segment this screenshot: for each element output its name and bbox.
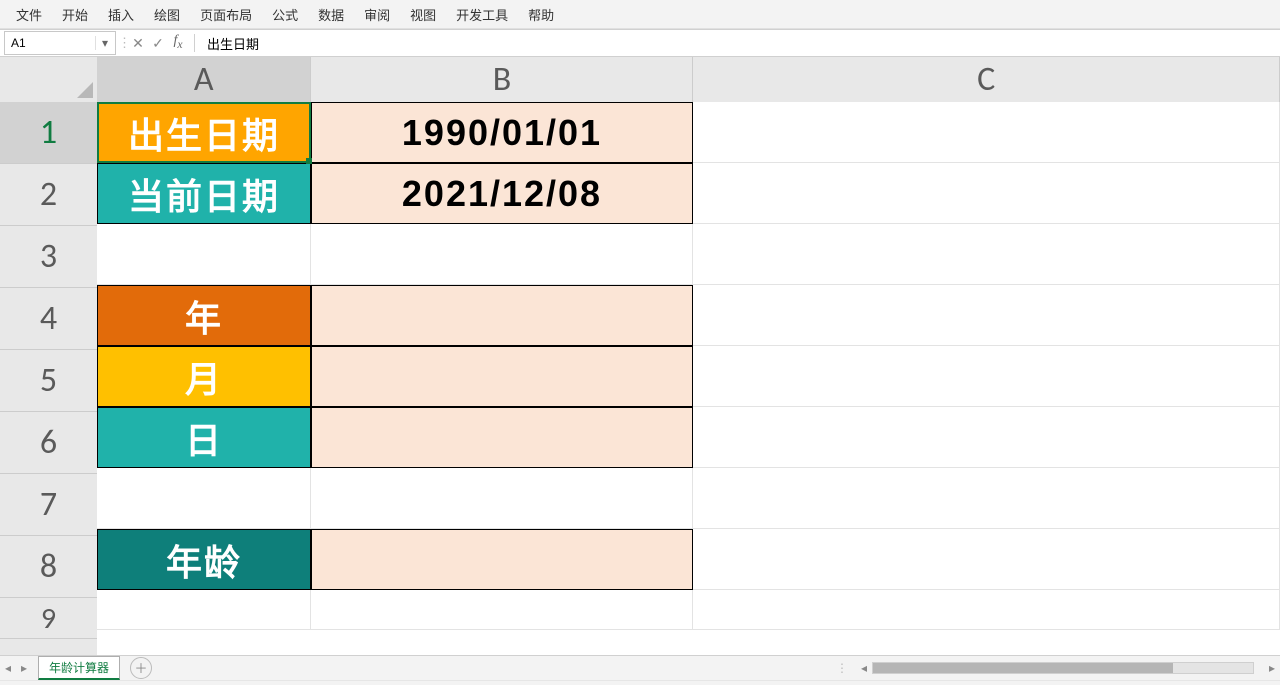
cell-C8[interactable] (693, 529, 1280, 590)
name-box[interactable]: ▾ (4, 31, 116, 55)
cell-C3[interactable] (693, 224, 1280, 285)
row-header-7[interactable]: 7 (0, 474, 97, 536)
cell-C2[interactable] (693, 163, 1280, 224)
status-strip (0, 680, 1280, 685)
cell-C7[interactable] (693, 468, 1280, 529)
cell-A9[interactable] (97, 590, 311, 630)
column-headers: A B C (97, 57, 1280, 103)
cell-A1[interactable]: 出生日期 (97, 102, 311, 163)
cell-C5[interactable] (693, 346, 1280, 407)
cell-B8[interactable] (311, 529, 693, 590)
row-header-1[interactable]: 1 (0, 102, 97, 164)
row-header-6[interactable]: 6 (0, 412, 97, 474)
menubar: 文件 开始 插入 绘图 页面布局 公式 数据 审阅 视图 开发工具 帮助 (0, 0, 1280, 29)
cell-B6[interactable] (311, 407, 693, 468)
cancel-icon[interactable]: ✕ (128, 34, 148, 52)
add-sheet-button[interactable]: ＋ (130, 657, 152, 679)
cell-A8[interactable]: 年龄 (97, 529, 311, 590)
menu-file[interactable]: 文件 (6, 2, 52, 27)
row-headers: 1 2 3 4 5 6 7 8 9 (0, 102, 98, 655)
menu-home[interactable]: 开始 (52, 2, 98, 27)
cell-A6[interactable]: 日 (97, 407, 311, 468)
cell-B2[interactable]: 2021/12/08 (311, 163, 693, 224)
cell-B3[interactable] (311, 224, 693, 285)
hscroll-right-icon[interactable]: ▸ (1264, 661, 1280, 675)
separator: ⋮ (116, 35, 128, 51)
formula-bar: ▾ ⋮ ✕ ✓ fx (0, 29, 1280, 57)
cell-A5[interactable]: 月 (97, 346, 311, 407)
menu-draw[interactable]: 绘图 (144, 2, 190, 27)
cell-C1[interactable] (693, 102, 1280, 163)
cell-A7[interactable] (97, 468, 311, 529)
menu-data[interactable]: 数据 (308, 2, 354, 27)
divider (194, 34, 195, 52)
menu-pagelayout[interactable]: 页面布局 (190, 2, 262, 27)
row-header-4[interactable]: 4 (0, 288, 97, 350)
cell-B4[interactable] (311, 285, 693, 346)
hscroll-thumb[interactable] (873, 663, 1173, 673)
cell-C4[interactable] (693, 285, 1280, 346)
resize-grip-icon[interactable]: ⋮ (830, 661, 856, 675)
formula-input[interactable] (201, 32, 1280, 54)
sheet-nav-next-icon[interactable]: ▸ (16, 661, 32, 675)
row-header-2[interactable]: 2 (0, 164, 97, 226)
spreadsheet-grid: A B C 1 2 3 4 5 6 7 8 9 出生日期 1990/01/01 … (0, 57, 1280, 655)
cell-B9[interactable] (311, 590, 693, 630)
cell-B1[interactable]: 1990/01/01 (311, 102, 693, 163)
cell-A3[interactable] (97, 224, 311, 285)
col-header-C[interactable]: C (693, 57, 1280, 102)
cell-A2[interactable]: 当前日期 (97, 163, 311, 224)
cell-B5[interactable] (311, 346, 693, 407)
fx-icon[interactable]: fx (168, 32, 188, 54)
sheet-nav-prev-icon[interactable]: ◂ (0, 661, 16, 675)
menu-insert[interactable]: 插入 (98, 2, 144, 27)
sheet-tab-active[interactable]: 年龄计算器 (38, 656, 120, 680)
cell-A4[interactable]: 年 (97, 285, 311, 346)
cell-C9[interactable] (693, 590, 1280, 630)
row-header-8[interactable]: 8 (0, 536, 97, 598)
select-all-corner[interactable] (0, 57, 98, 103)
menu-help[interactable]: 帮助 (518, 2, 564, 27)
col-header-B[interactable]: B (311, 57, 693, 102)
cell-B7[interactable] (311, 468, 693, 529)
row-header-9[interactable]: 9 (0, 598, 97, 639)
confirm-icon[interactable]: ✓ (148, 34, 168, 52)
name-box-dropdown-icon[interactable]: ▾ (95, 36, 114, 50)
name-box-input[interactable] (5, 36, 95, 50)
hscroll-left-icon[interactable]: ◂ (856, 661, 872, 675)
hscroll-track[interactable] (872, 662, 1254, 674)
row-header-5[interactable]: 5 (0, 350, 97, 412)
menu-review[interactable]: 审阅 (354, 2, 400, 27)
menu-view[interactable]: 视图 (400, 2, 446, 27)
menu-formulas[interactable]: 公式 (262, 2, 308, 27)
cell-C6[interactable] (693, 407, 1280, 468)
menu-devtools[interactable]: 开发工具 (446, 2, 518, 27)
row-header-3[interactable]: 3 (0, 226, 97, 288)
sheet-tab-bar: ◂ ▸ 年龄计算器 ＋ ⋮ ◂ ▸ (0, 655, 1280, 680)
col-header-A[interactable]: A (97, 57, 311, 102)
cells: 出生日期 1990/01/01 当前日期 2021/12/08 年 月 (97, 102, 1280, 655)
